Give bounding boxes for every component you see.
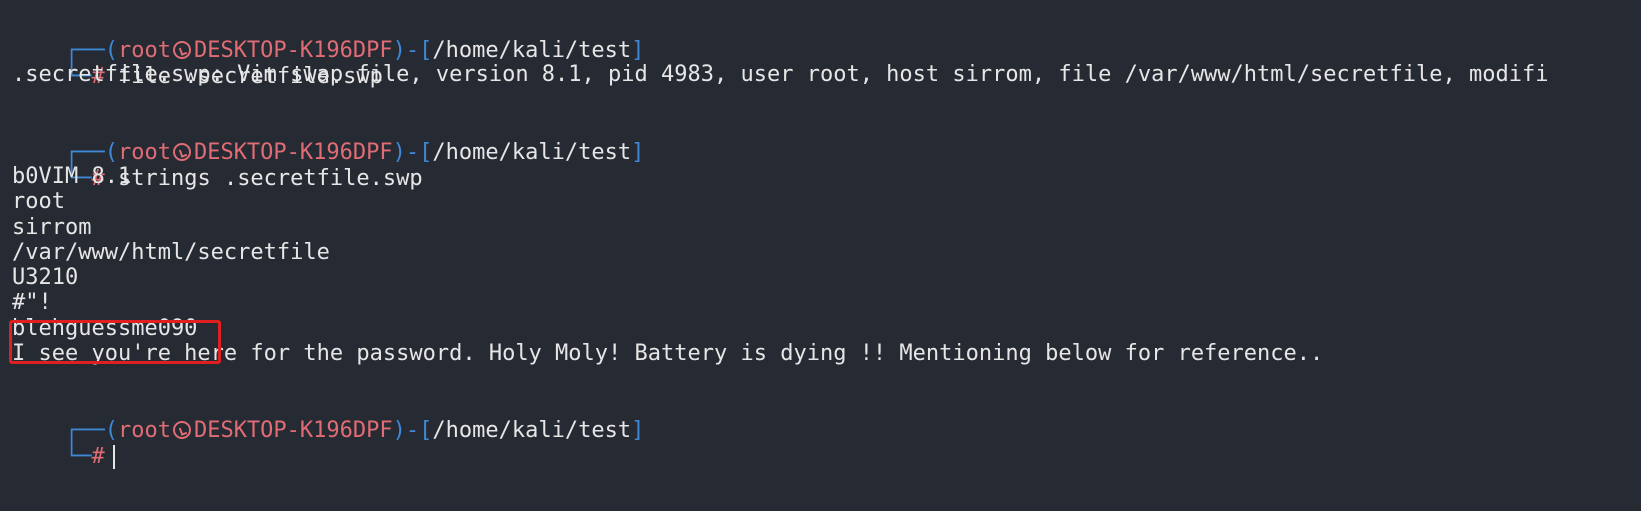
output-line: I see you're here for the password. Holy… bbox=[12, 341, 1324, 366]
text-cursor[interactable] bbox=[112, 444, 115, 469]
command-text: strings .secretfile.swp bbox=[117, 165, 423, 191]
prompt-command-2: └─# strings .secretfile.swp bbox=[64, 165, 423, 191]
output-line: root bbox=[12, 189, 65, 214]
prompt-path: /home/kali/test bbox=[432, 139, 632, 165]
kali-skull-icon bbox=[172, 420, 191, 439]
output-line: /var/www/html/secretfile bbox=[12, 240, 330, 265]
prompt-header-3: ┌──(root DESKTOP-K196DPF)-[/home/kali/tes… bbox=[64, 417, 645, 443]
output-line: U3210 bbox=[12, 265, 79, 290]
prompt-header-1: ┌──(root DESKTOP-K196DPF)-[/home/kali/tes… bbox=[64, 37, 645, 63]
prompt-path: /home/kali/test bbox=[432, 417, 632, 443]
output-line: sirrom bbox=[12, 215, 92, 240]
prompt-symbol: # bbox=[91, 443, 105, 469]
prompt-path: /home/kali/test bbox=[432, 37, 632, 63]
prompt-command-3[interactable]: └─# bbox=[12, 417, 115, 469]
prompt-host: DESKTOP-K196DPF bbox=[193, 417, 393, 443]
terminal-window[interactable]: ┌──(root DESKTOP-K196DPF)-[/home/kali/tes… bbox=[12, 0, 1641, 511]
output-line: .secretfile.swp: Vim swap file, version … bbox=[12, 62, 1549, 87]
output-line: #"! bbox=[12, 290, 52, 315]
prompt-header-2: ┌──(root DESKTOP-K196DPF)-[/home/kali/tes… bbox=[64, 139, 645, 165]
prompt-user: root bbox=[117, 417, 171, 443]
output-line: b0VIM 8.1 bbox=[12, 164, 132, 189]
password-output-line: blehguessme090 bbox=[12, 316, 198, 341]
prompt-command-1: └─# file .secretfile.swp bbox=[64, 63, 383, 89]
